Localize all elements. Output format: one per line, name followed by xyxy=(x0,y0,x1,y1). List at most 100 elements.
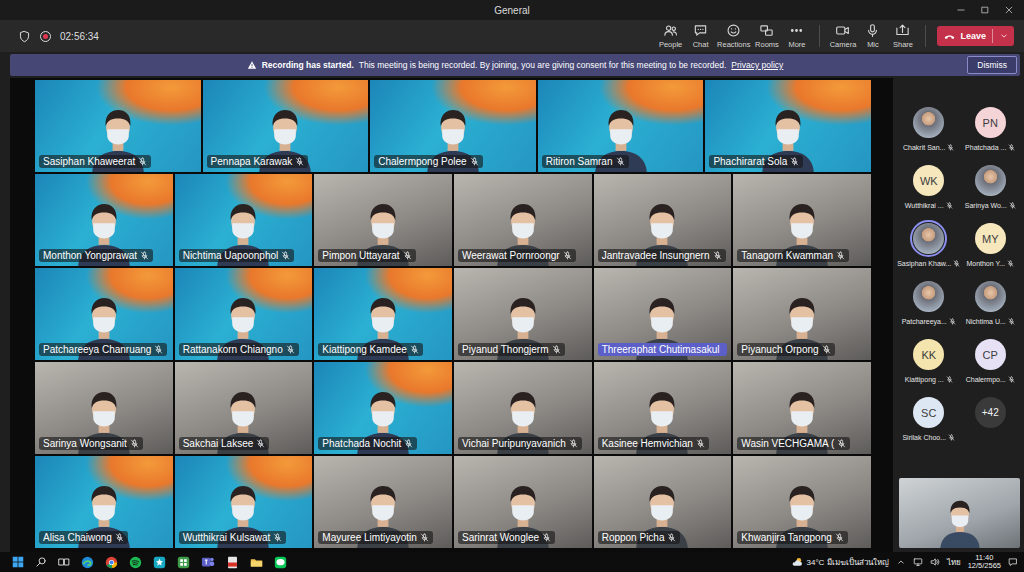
mic-muted-icon xyxy=(835,533,844,542)
pdf-icon[interactable] xyxy=(226,556,239,569)
leave-button[interactable]: Leave xyxy=(937,26,1014,46)
participant-panel: Chakrit San...PNPhatchada ...WKWutthikra… xyxy=(893,78,1024,552)
task-view-icon[interactable] xyxy=(58,556,70,568)
camera-button[interactable]: Camera xyxy=(828,23,857,49)
video-tile[interactable]: Pimpon Uttayarat xyxy=(314,174,452,266)
video-tile[interactable]: Phatchada Nochit xyxy=(314,362,452,454)
avatar xyxy=(913,107,944,138)
video-tile[interactable]: Ritiron Samran xyxy=(538,80,704,172)
video-tile[interactable]: Sarinrat Wonglee xyxy=(454,456,592,548)
participant-item[interactable]: PNPhatchada ... xyxy=(961,104,1021,151)
search-icon[interactable] xyxy=(35,556,47,568)
video-tile[interactable]: Patchareeya Chanruang xyxy=(35,268,173,360)
more-button[interactable]: More xyxy=(782,23,811,49)
more-participants[interactable]: +42 xyxy=(961,394,1021,441)
video-tile[interactable]: Sarinya Wongsanit xyxy=(35,362,173,454)
mic-status xyxy=(946,202,953,209)
video-tile[interactable]: Sasiphan Khaweerat xyxy=(35,80,201,172)
video-tile[interactable]: Rattanakorn Chiangno xyxy=(175,268,313,360)
participant-item[interactable]: Nichtima U... xyxy=(961,278,1021,325)
avatar-ring: MY xyxy=(972,220,1009,257)
toolbar-buttons: People ChatReactionsRoomsMore CameraMic Sha… xyxy=(656,23,933,49)
participant-item[interactable]: WKWutthikrai ... xyxy=(899,162,959,209)
video-tile[interactable]: Tanagorn Kwamman xyxy=(733,174,871,266)
video-tile[interactable]: Chalermpong Polee xyxy=(370,80,536,172)
button-label: Share xyxy=(893,40,913,49)
video-tile[interactable]: Kasinee Hemvichian xyxy=(594,362,732,454)
maximize-icon[interactable] xyxy=(980,5,990,15)
clock-time: 11:40 xyxy=(975,554,993,562)
video-tile[interactable]: Nichtima Uapoonphol xyxy=(175,174,313,266)
dismiss-button[interactable]: Dismiss xyxy=(967,56,1017,74)
mic-muted-icon xyxy=(953,260,960,267)
video-tile[interactable]: Wasin VECHGAMA ( xyxy=(733,362,871,454)
video-tile[interactable]: Wutthikrai Kulsawat xyxy=(175,456,313,548)
reactions-button[interactable]: Reactions xyxy=(716,23,751,49)
video-tile[interactable]: Piyanud Thongjerm xyxy=(454,268,592,360)
spotify-icon[interactable] xyxy=(129,556,142,569)
mic-muted-icon xyxy=(140,251,149,260)
participant-item[interactable]: Sarinya Wo... xyxy=(961,162,1021,209)
video-tile[interactable]: Phachirarat Sola xyxy=(705,80,871,172)
video-tile[interactable]: Kiattipong Kamdee xyxy=(314,268,452,360)
line-icon[interactable] xyxy=(274,556,287,569)
participant-item[interactable]: CPChalermpo... xyxy=(961,336,1021,383)
video-tile[interactable]: Monthon Yongprawat xyxy=(35,174,173,266)
mic-status xyxy=(949,318,956,325)
participant-item[interactable]: KKKiattipong ... xyxy=(899,336,959,383)
clock[interactable]: 11:4012/5/2565 xyxy=(968,554,1001,571)
mic-muted-icon xyxy=(836,251,845,260)
network-icon[interactable] xyxy=(913,557,923,567)
avatar-initials: CP xyxy=(983,349,998,361)
privacy-policy-link[interactable]: Privacy policy xyxy=(731,60,783,70)
video-tile[interactable]: Sakchai Laksee xyxy=(175,362,313,454)
video-tile[interactable]: Weerawat Pornroongr xyxy=(454,174,592,266)
avatar: SC xyxy=(913,397,944,428)
video-tile[interactable]: Pennapa Karawak xyxy=(203,80,369,172)
chat-button[interactable]: Chat xyxy=(686,23,715,49)
video-tile[interactable]: Threeraphat Chutimasakul xyxy=(594,268,732,360)
tray-chevron-icon[interactable] xyxy=(896,557,906,567)
close-icon[interactable] xyxy=(1004,5,1014,15)
participant-item[interactable]: SCSirilak Choo... xyxy=(899,394,959,441)
participant-item[interactable]: Sasiphan Khaw... xyxy=(899,220,959,267)
rooms-button[interactable]: Rooms xyxy=(752,23,781,49)
input-language[interactable]: ไทย xyxy=(947,556,961,569)
participant-name: Khwanjira Tangpong xyxy=(741,532,831,543)
start-icon[interactable] xyxy=(12,556,24,568)
app-grid-icon[interactable] xyxy=(177,556,190,569)
minimize-icon[interactable] xyxy=(956,5,966,15)
edge-icon[interactable] xyxy=(81,556,94,569)
button-label: People xyxy=(659,40,682,49)
avatar-initials: SC xyxy=(921,407,936,419)
video-tile[interactable]: Khwanjira Tangpong xyxy=(733,456,871,548)
mic-button[interactable]: Mic xyxy=(858,23,887,49)
video-tile[interactable]: Roppon Picha xyxy=(594,456,732,548)
video-tile[interactable]: Mayuree Limtiyayotin xyxy=(314,456,452,548)
participant-item[interactable]: Chakrit San... xyxy=(899,104,959,151)
file-explorer-icon[interactable] xyxy=(250,556,263,569)
video-tile[interactable]: Vichai Puripunyavanich xyxy=(454,362,592,454)
mic-muted-icon xyxy=(790,157,799,166)
avatar xyxy=(913,223,944,254)
weather-widget[interactable]: 34°C มีเมฆเป็นส่วนใหญ่ xyxy=(791,556,889,569)
mic-status xyxy=(569,439,578,448)
video-tile[interactable]: Jantravadee Insungnern xyxy=(594,174,732,266)
chevron-down-icon[interactable] xyxy=(999,31,1009,41)
app-star-icon[interactable] xyxy=(153,556,166,569)
participant-name-tag: Ritiron Samran xyxy=(542,155,629,168)
mic-status xyxy=(115,533,124,542)
participant-item[interactable]: MYMonthon Y... xyxy=(961,220,1021,267)
teams-icon[interactable] xyxy=(201,555,215,569)
participant-name: Pimpon Uttayarat xyxy=(322,250,399,261)
mic-status xyxy=(154,345,163,354)
video-tile[interactable]: Alisa Chaiwong xyxy=(35,456,173,548)
speaker-icon[interactable] xyxy=(930,557,940,567)
chrome-icon[interactable] xyxy=(105,556,118,569)
video-tile[interactable]: Piyanuch Orpong xyxy=(733,268,871,360)
share-button[interactable]: Share xyxy=(888,23,917,49)
participant-item[interactable]: Patchareeya... xyxy=(899,278,959,325)
notification-icon[interactable] xyxy=(1008,557,1018,567)
shield-icon[interactable] xyxy=(18,30,31,43)
people-button[interactable]: People xyxy=(656,23,685,49)
